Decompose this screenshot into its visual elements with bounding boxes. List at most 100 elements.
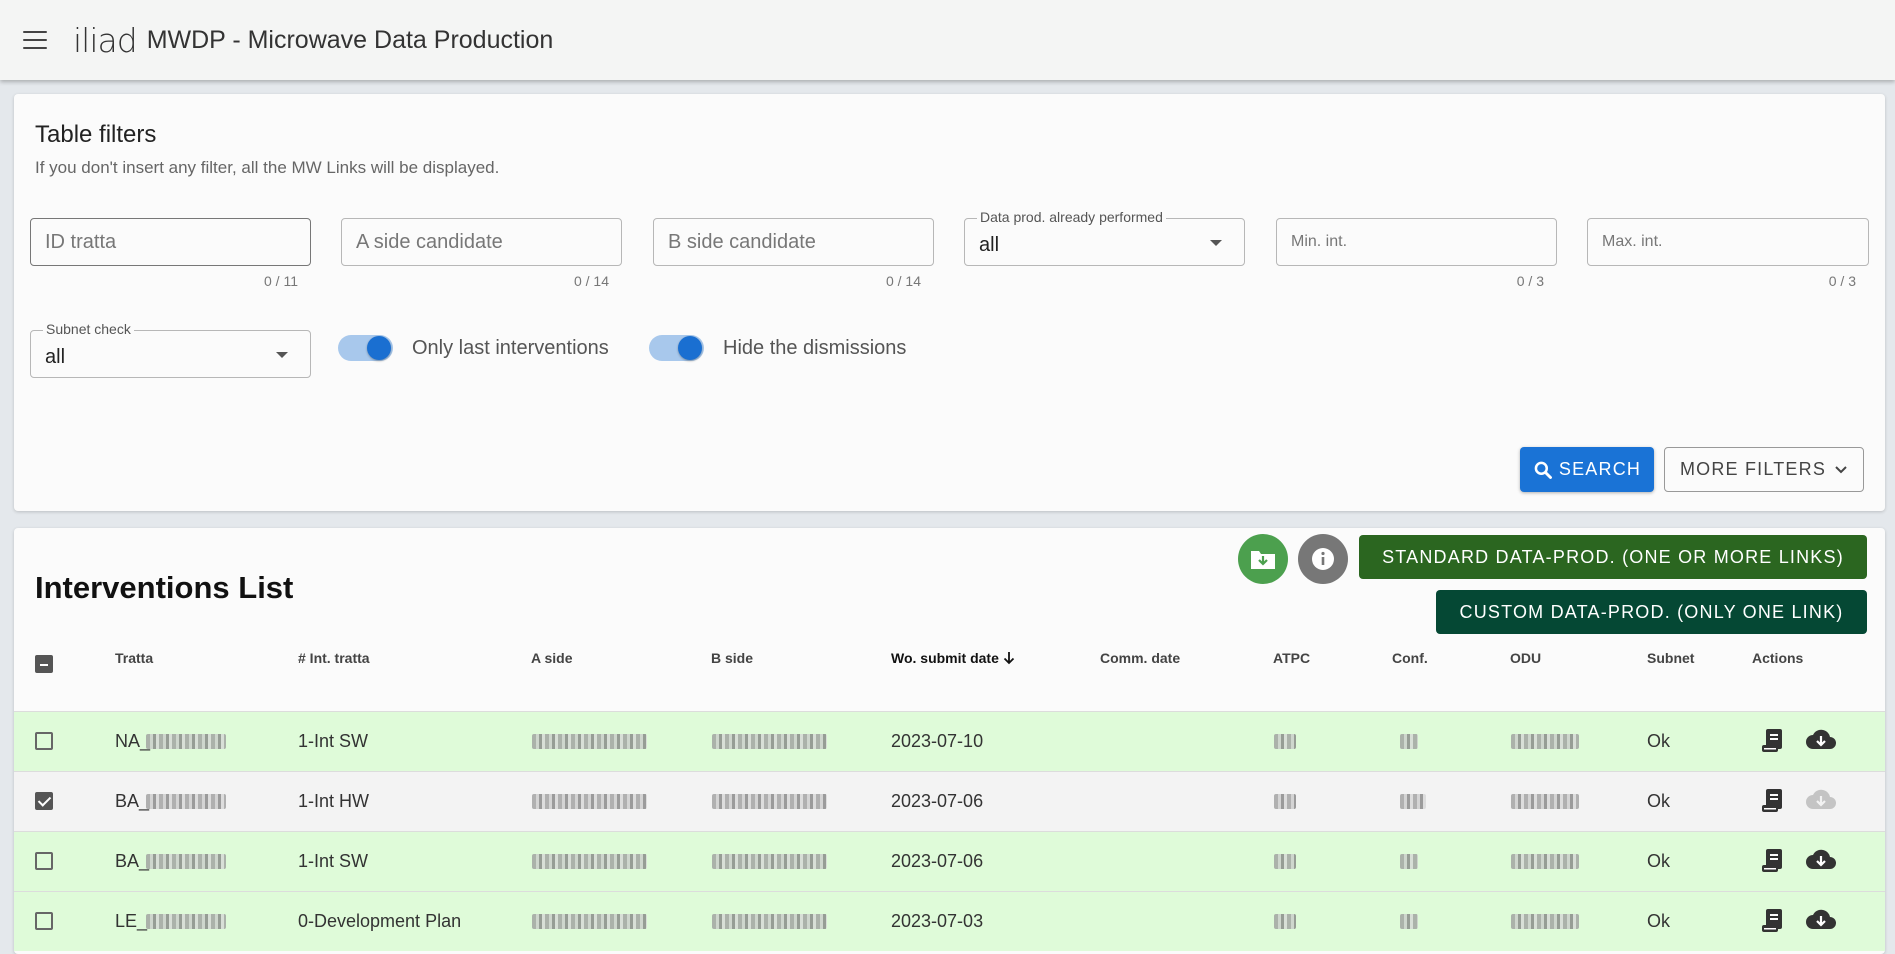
document-icon[interactable] [1760, 847, 1786, 875]
search-button-label: SEARCH [1558, 459, 1642, 479]
min-int-counter: 0 / 3 [1516, 273, 1544, 289]
standard-data-prod-button[interactable]: STANDARD DATA-PROD. (ONE OR MORE LINKS) [1359, 535, 1867, 579]
a-side-field[interactable]: 0 / 14 [341, 218, 622, 289]
id-tratta-field[interactable]: 0 / 11 [30, 218, 311, 289]
table-row[interactable]: LE_ 0-Development Plan 2023-07-03 Ok [14, 891, 1885, 951]
min-int-field[interactable]: 0 / 3 [1276, 218, 1557, 289]
row-checkbox[interactable] [35, 912, 53, 930]
subnet-check-label: Subnet check [43, 321, 134, 337]
cell-wo-submit-date: 2023-07-10 [891, 731, 984, 751]
cell-subnet: Ok [1647, 791, 1671, 811]
redacted-a-side [532, 914, 647, 929]
data-prod-value: all [979, 234, 1000, 256]
redacted-atpc [1274, 794, 1296, 809]
select-all-checkbox[interactable] [35, 655, 53, 673]
redacted-conf [1400, 734, 1418, 749]
col-actions: Actions [1752, 650, 1804, 666]
redacted-atpc [1274, 734, 1296, 749]
app-bar: iliad MWDP - Microwave Data Production [0, 0, 1895, 80]
redacted-odu [1511, 794, 1579, 809]
only-last-interventions-toggle[interactable]: Only last interventions [338, 335, 609, 361]
cell-tratta: BA_ [115, 791, 150, 811]
a-side-counter: 0 / 14 [573, 273, 609, 289]
redacted-odu [1511, 914, 1579, 929]
list-title: Interventions List [35, 570, 294, 605]
cloud-download-icon[interactable] [1805, 847, 1837, 873]
document-icon[interactable] [1760, 727, 1786, 755]
menu-icon[interactable] [23, 31, 47, 49]
b-side-input[interactable] [654, 219, 933, 265]
document-icon[interactable] [1760, 787, 1786, 815]
redacted-b-side [712, 854, 827, 869]
redacted-tratta [146, 854, 226, 869]
col-tratta[interactable]: Tratta [115, 650, 153, 666]
info-button[interactable] [1298, 534, 1348, 584]
only-last-interventions-label: Only last interventions [412, 336, 609, 359]
filters-subtitle: If you don't insert any filter, all the … [35, 158, 500, 177]
hide-dismissions-toggle[interactable]: Hide the dismissions [649, 335, 906, 361]
cell-tratta: NA_ [115, 731, 151, 751]
col-comm-date[interactable]: Comm. date [1100, 650, 1180, 666]
col-odu[interactable]: ODU [1510, 650, 1541, 666]
chevron-down-icon [1835, 465, 1847, 473]
row-checkbox[interactable] [35, 792, 53, 810]
filters-title: Table filters [35, 121, 157, 148]
cell-tratta: BA_ [115, 851, 150, 871]
search-icon [1534, 461, 1552, 479]
cell-int-tratta: 1-Int HW [298, 791, 370, 811]
col-atpc[interactable]: ATPC [1273, 650, 1310, 666]
redacted-atpc [1274, 854, 1296, 869]
cell-wo-submit-date: 2023-07-06 [891, 791, 984, 811]
max-int-field[interactable]: 0 / 3 [1587, 218, 1869, 289]
max-int-input[interactable] [1588, 219, 1868, 265]
cell-subnet: Ok [1647, 851, 1671, 871]
cell-wo-submit-date: 2023-07-03 [891, 911, 984, 931]
row-checkbox[interactable] [35, 852, 53, 870]
document-icon[interactable] [1760, 907, 1786, 935]
a-side-input[interactable] [342, 219, 621, 265]
subnet-check-select[interactable]: Subnet check all [30, 321, 311, 378]
table-row[interactable]: NA_ 1-Int SW 2023-07-10 Ok [14, 711, 1885, 771]
table-filters-card: Table filters If you don't insert any fi… [14, 94, 1885, 511]
id-tratta-counter: 0 / 11 [264, 273, 298, 289]
interventions-list-card: Interventions List STANDARD DATA-PROD. (… [14, 528, 1885, 954]
redacted-tratta [146, 734, 226, 749]
col-int-tratta[interactable]: # Int. tratta [298, 650, 370, 666]
download-folder-button[interactable] [1238, 534, 1288, 584]
cell-int-tratta: 0-Development Plan [298, 911, 462, 931]
redacted-tratta [146, 794, 226, 809]
min-int-input[interactable] [1277, 219, 1556, 265]
row-checkbox[interactable] [35, 732, 53, 750]
col-subnet[interactable]: Subnet [1647, 650, 1694, 666]
cell-int-tratta: 1-Int SW [298, 851, 369, 871]
redacted-odu [1511, 734, 1579, 749]
subnet-check-value: all [45, 346, 66, 368]
data-prod-select[interactable]: Data prod. already performed all [964, 209, 1245, 266]
toggle-track[interactable] [338, 335, 393, 361]
cloud-download-icon[interactable] [1805, 907, 1837, 933]
folder-download-icon [1251, 551, 1275, 569]
col-wo-submit-date[interactable]: Wo. submit date [891, 650, 1015, 666]
redacted-b-side [712, 794, 827, 809]
hide-dismissions-label: Hide the dismissions [723, 336, 907, 359]
id-tratta-input[interactable] [31, 219, 310, 265]
col-b-side[interactable]: B side [711, 650, 753, 666]
cloud-download-icon[interactable] [1805, 727, 1837, 753]
redacted-odu [1511, 854, 1579, 869]
app-title: MWDP - Microwave Data Production [146, 25, 554, 54]
b-side-field[interactable]: 0 / 14 [653, 218, 934, 289]
col-conf[interactable]: Conf. [1392, 650, 1428, 666]
search-button[interactable]: SEARCH [1520, 447, 1654, 492]
col-a-side[interactable]: A side [531, 650, 573, 666]
app-logo: iliad [73, 20, 138, 60]
toggle-track[interactable] [649, 335, 704, 361]
max-int-counter: 0 / 3 [1828, 273, 1856, 289]
redacted-b-side [712, 914, 827, 929]
redacted-b-side [712, 734, 827, 749]
table-row[interactable]: BA_ 1-Int HW 2023-07-06 Ok [14, 771, 1885, 831]
cell-int-tratta: 1-Int SW [298, 731, 369, 751]
more-filters-button[interactable]: MORE FILTERS [1664, 447, 1864, 492]
redacted-tratta [146, 914, 226, 929]
table-row[interactable]: BA_ 1-Int SW 2023-07-06 Ok [14, 831, 1885, 891]
data-prod-label: Data prod. already performed [977, 209, 1166, 225]
